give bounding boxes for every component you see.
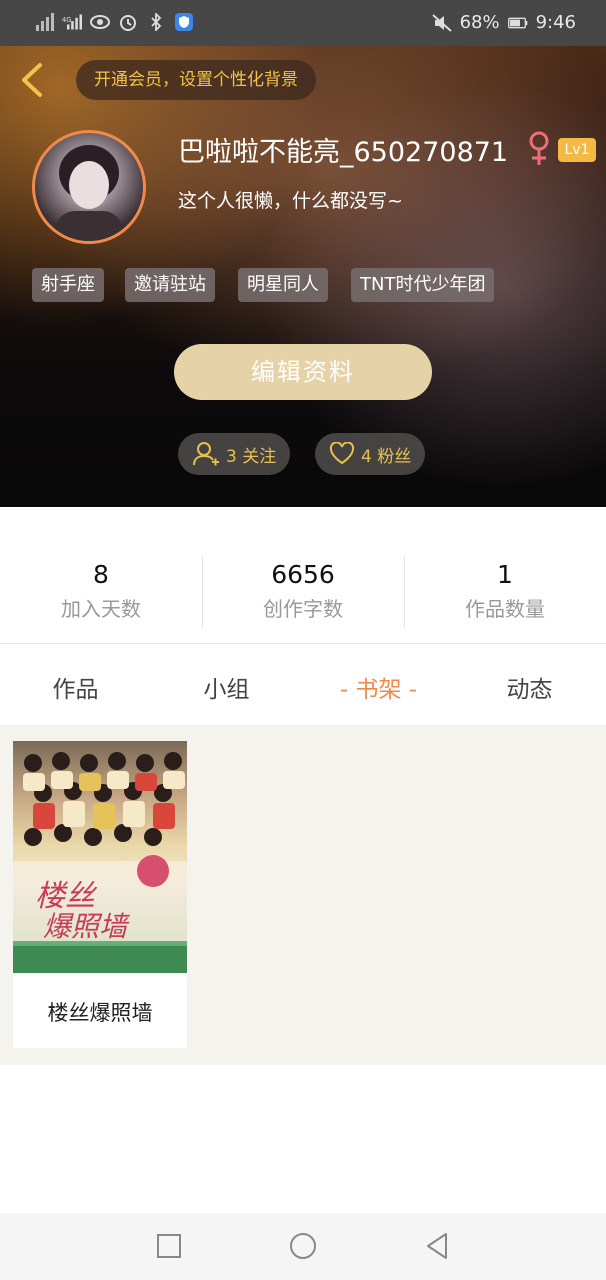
alarm-icon xyxy=(118,12,138,32)
tag-zodiac[interactable]: 射手座 xyxy=(32,268,104,302)
circle-icon xyxy=(290,1233,316,1259)
home-button[interactable] xyxy=(289,1232,317,1264)
chevron-left-icon xyxy=(22,63,42,97)
tab-activity[interactable]: 动态 xyxy=(454,670,605,704)
female-gender-icon xyxy=(528,130,550,168)
recent-apps-button[interactable] xyxy=(156,1233,182,1263)
back-button[interactable] xyxy=(18,62,48,98)
divider xyxy=(0,643,606,644)
bio-text: 这个人很懒，什么都没写~ xyxy=(178,190,403,212)
edit-profile-button[interactable]: 编辑资料 xyxy=(174,344,432,400)
username: 巴啦啦不能亮_650270871 xyxy=(178,137,509,168)
stat-join-days: 8 加入天数 xyxy=(0,560,202,622)
eye-icon xyxy=(90,12,110,32)
following-count: 3 关注 xyxy=(226,446,277,467)
svg-text:4G: 4G xyxy=(62,16,71,24)
book-cover-image[interactable]: 楼丝 爆照墙 xyxy=(13,741,187,973)
avatar[interactable] xyxy=(32,130,146,244)
following-button[interactable]: 3 关注 xyxy=(178,433,291,475)
person-add-icon xyxy=(193,442,219,466)
stat-label: 创作字数 xyxy=(263,597,343,621)
cover-illustration: 楼丝 爆照墙 xyxy=(13,752,187,973)
signal-4g-icon: 4G xyxy=(62,12,82,32)
avatar-image xyxy=(55,145,123,241)
stat-label: 加入天数 xyxy=(61,597,141,621)
bluetooth-icon xyxy=(146,12,166,32)
stat-value: 1 xyxy=(497,560,513,589)
svg-text:爆照墙: 爆照墙 xyxy=(43,910,130,943)
followers-count: 4 粉丝 xyxy=(361,446,412,467)
book-title[interactable]: 楼丝爆照墙 xyxy=(13,997,187,1027)
svg-text:楼丝: 楼丝 xyxy=(35,879,98,914)
tab-works[interactable]: 作品 xyxy=(0,670,151,704)
battery-percent: 68% xyxy=(459,12,500,33)
battery-icon xyxy=(507,13,528,33)
tag-invite[interactable]: 邀请驻站 xyxy=(125,268,215,302)
signal-icon xyxy=(34,12,54,32)
tab-groups[interactable]: 小组 xyxy=(151,670,302,704)
level-badge: Lv1 xyxy=(558,138,596,162)
stat-works-count: 1 作品数量 xyxy=(404,560,606,622)
clock-time: 9:46 xyxy=(535,12,576,33)
shield-icon xyxy=(174,12,194,32)
tag-group[interactable]: TNT时代少年团 xyxy=(351,268,495,302)
tab-bookshelf[interactable]: - 书架 - xyxy=(303,670,454,704)
stat-word-count: 6656 创作字数 xyxy=(202,560,404,622)
status-bar: 4G 68% 9:46 xyxy=(0,0,606,46)
stat-value: 6656 xyxy=(271,560,335,589)
tag-celebrity-fanfic[interactable]: 明星同人 xyxy=(238,268,328,302)
vip-background-banner[interactable]: 开通会员，设置个性化背景 xyxy=(76,60,316,100)
followers-button[interactable]: 4 粉丝 xyxy=(315,433,426,475)
stat-value: 8 xyxy=(93,560,109,589)
heart-icon xyxy=(329,442,355,465)
back-nav-button[interactable] xyxy=(424,1232,450,1264)
system-nav-bar xyxy=(0,1213,606,1280)
mute-icon xyxy=(431,13,452,33)
stat-label: 作品数量 xyxy=(465,597,545,621)
triangle-back-icon xyxy=(427,1233,447,1259)
square-icon xyxy=(157,1234,181,1258)
